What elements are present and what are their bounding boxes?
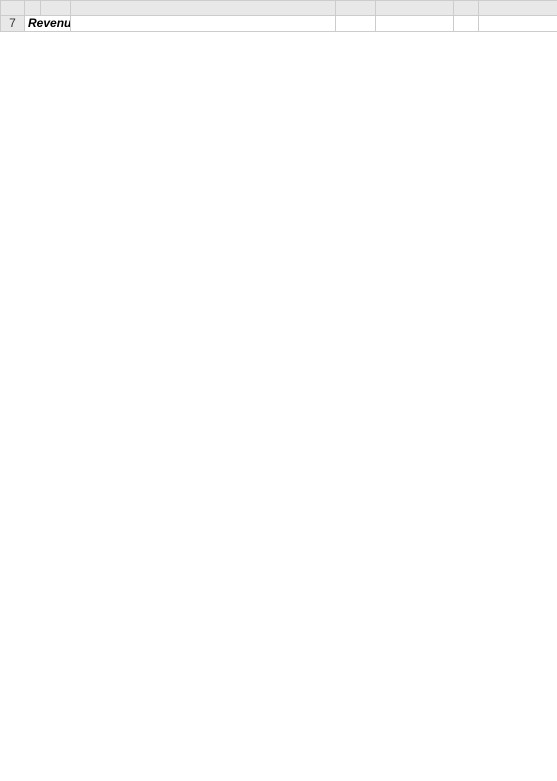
- select-all-corner[interactable]: [1, 1, 25, 16]
- col-header-D[interactable]: [336, 1, 376, 16]
- cell[interactable]: [454, 16, 479, 32]
- column-header-row[interactable]: [1, 1, 557, 16]
- col-header-E[interactable]: [376, 1, 454, 16]
- col-header-G[interactable]: [479, 1, 557, 16]
- row-header[interactable]: 7: [1, 16, 25, 32]
- col-header-B[interactable]: [41, 1, 71, 16]
- cell[interactable]: [376, 16, 454, 32]
- grid-row[interactable]: 7Revenue:: [1, 16, 557, 32]
- col-header-C[interactable]: [71, 1, 336, 16]
- cell[interactable]: [479, 16, 557, 32]
- revenue-title[interactable]: Revenue:: [25, 16, 71, 32]
- col-header-A[interactable]: [25, 1, 41, 16]
- spreadsheet-grid[interactable]: 7Revenue:: [0, 0, 557, 32]
- col-header-F[interactable]: [454, 1, 479, 16]
- cell[interactable]: [336, 16, 376, 32]
- cell[interactable]: [71, 16, 336, 32]
